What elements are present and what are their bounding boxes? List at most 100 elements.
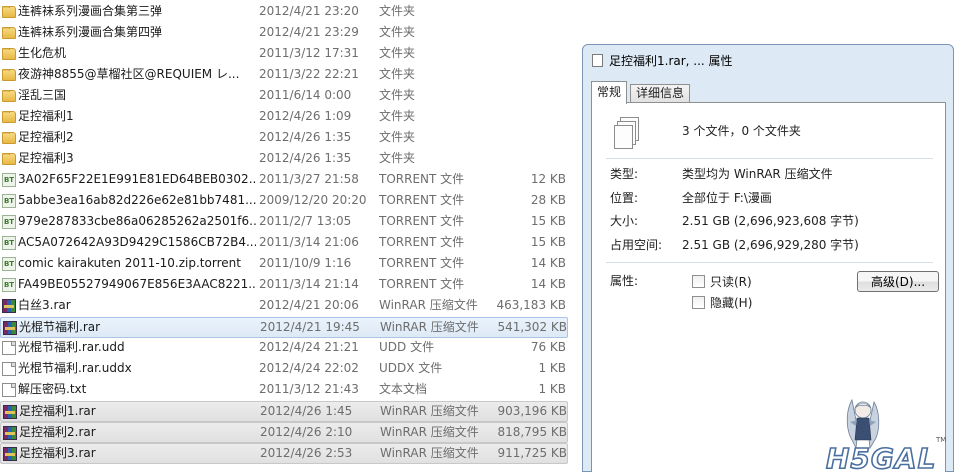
readonly-label[interactable]: 只读(R) [710, 273, 752, 290]
file-name: 足控福利3.rar [19, 446, 96, 460]
file-name: 足控福利3 [18, 151, 74, 165]
torrent-icon: BT [2, 215, 16, 229]
folder-icon [2, 132, 16, 144]
rar-icon [3, 405, 17, 419]
file-date: 2011/3/14 21:14 [259, 277, 359, 291]
rar-icon [3, 321, 17, 335]
file-size: 463,183 KB [496, 298, 566, 312]
file-date: 2012/4/26 1:35 [259, 130, 352, 144]
file-date: 2011/3/14 21:06 [259, 235, 359, 249]
file-name: 解压密码.txt [18, 382, 87, 396]
file-size: 15 KB [530, 214, 566, 228]
file-type: 文件夹 [379, 46, 416, 60]
advanced-button[interactable]: 高级(D)... [857, 271, 939, 292]
document-icon [2, 383, 16, 397]
file-name: 白丝3.rar [18, 298, 71, 312]
file-size: 911,725 KB [497, 446, 567, 460]
file-name: 光棍节福利.rar.uddx [18, 361, 132, 375]
file-name: 光棍节福利.rar [19, 320, 101, 334]
folder-icon [2, 111, 16, 123]
file-row[interactable]: BT 979e287833cbe86a06285262a2501f6... 2011… [0, 212, 568, 233]
file-row[interactable]: 足控福利3.rar 2012/4/26 2:53 WinRAR 压缩文件 911,72… [0, 443, 568, 464]
file-date: 2012/4/26 2:53 [260, 446, 353, 460]
file-row[interactable]: BT FA49BE05527949067E856E3AAC8221... 2011/… [0, 275, 568, 296]
file-count-summary: 3 个文件，0 个文件夹 [682, 124, 801, 138]
file-size: 12 KB [530, 172, 566, 186]
torrent-icon: BT [2, 236, 16, 250]
file-row[interactable]: 光棍节福利.rar 2012/4/21 19:45 WinRAR 压缩文件 541,3… [0, 317, 568, 338]
tab-general[interactable]: 常规 [591, 81, 628, 104]
torrent-icon: BT [2, 173, 16, 187]
size-label: 大小: [610, 214, 639, 228]
file-date: 2011/2/7 13:05 [259, 214, 352, 228]
file-date: 2012/4/26 1:09 [259, 109, 352, 123]
folder-icon [2, 48, 16, 60]
file-size: 818,795 KB [497, 425, 567, 439]
file-type: 文件夹 [379, 109, 416, 123]
folder-icon [2, 69, 16, 81]
dialog-titlebar[interactable]: 足控福利1.rar, ... 属性 [583, 45, 953, 75]
file-row[interactable]: 足控福利2 2012/4/26 1:35 文件夹 [0, 128, 568, 149]
hidden-label[interactable]: 隐藏(H) [710, 294, 752, 311]
file-list: 连裤袜系列漫画合集第三弹 2012/4/21 23:20 文件夹 连裤袜系列漫画合集第… [0, 0, 568, 472]
file-row[interactable]: BT 5abbe3ea16ab82d226e62e81bb7481... 2009/… [0, 191, 568, 212]
file-row[interactable]: 光棍节福利.rar.udd 2012/4/24 21:21 UDD 文件 76 KB [0, 338, 568, 359]
file-name: 生化危机 [18, 46, 67, 60]
file-date: 2012/4/26 2:10 [260, 425, 353, 439]
type-label: 类型: [610, 167, 639, 181]
file-size: 903,196 KB [497, 404, 567, 418]
file-date: 2011/3/27 21:58 [259, 172, 359, 186]
hidden-checkbox[interactable] [692, 296, 705, 309]
multi-file-icon [592, 51, 608, 67]
file-size: 15 KB [530, 235, 566, 249]
watermark-text: H5GAL [825, 441, 937, 472]
separator [606, 262, 933, 263]
file-type: 文件夹 [379, 151, 416, 165]
file-type: 文件夹 [379, 88, 416, 102]
file-size: 28 KB [530, 193, 566, 207]
disk-size-value: 2.51 GB (2,696,929,280 字节) [682, 238, 859, 252]
file-type: 文件夹 [379, 4, 416, 18]
file-date: 2012/4/21 23:29 [259, 25, 359, 39]
file-row[interactable]: BT 3A02F65F22E1E991E81ED64BEB0302... 2011/… [0, 170, 568, 191]
rar-icon [3, 426, 17, 440]
file-row[interactable]: 光棍节福利.rar.uddx 2012/4/24 22:02 UDDX 文件 1 KB [0, 359, 568, 380]
readonly-checkbox[interactable] [692, 275, 705, 288]
file-row[interactable]: 足控福利1 2012/4/26 1:09 文件夹 [0, 107, 568, 128]
file-row[interactable]: 足控福利1.rar 2012/4/26 1:45 WinRAR 压缩文件 903,19… [0, 401, 568, 422]
file-row[interactable]: 连裤袜系列漫画合集第三弹 2012/4/21 23:20 文件夹 [0, 2, 568, 23]
file-row[interactable]: 足控福利2.rar 2012/4/26 2:10 WinRAR 压缩文件 818,79… [0, 422, 568, 443]
file-row[interactable]: 夜游神8855@草榴社区@REQUIEM レ... 2011/3/22 22:21… [0, 65, 568, 86]
file-name: 979e287833cbe86a06285262a2501f6... [18, 214, 256, 228]
location-value: 全部位于 F:\漫画 [682, 191, 772, 205]
folder-icon [2, 27, 16, 39]
file-size: 76 KB [530, 340, 566, 354]
file-row[interactable]: BT comic kairakuten 2011-10.zip.torrent 20… [0, 254, 568, 275]
file-row[interactable]: 连裤袜系列漫画合集第四弹 2012/4/21 23:29 文件夹 [0, 23, 568, 44]
file-date: 2012/4/21 19:45 [260, 320, 360, 334]
folder-icon [2, 6, 16, 18]
file-row[interactable]: 白丝3.rar 2012/4/21 20:06 WinRAR 压缩文件 463,183… [0, 296, 568, 317]
file-date: 2011/3/22 22:21 [259, 67, 359, 81]
file-row[interactable]: 生化危机 2011/3/12 17:31 文件夹 [0, 44, 568, 65]
rar-icon [3, 447, 17, 461]
folder-icon [2, 153, 16, 165]
separator [606, 158, 933, 159]
multi-file-icon [614, 117, 640, 149]
document-icon [2, 341, 16, 355]
file-name: 3A02F65F22E1E991E81ED64BEB0302... [18, 172, 256, 186]
file-type: 文件夹 [379, 25, 416, 39]
file-row[interactable]: 淫乱三国 2011/6/14 0:00 文件夹 [0, 86, 568, 107]
tab-details[interactable]: 详细信息 [630, 84, 691, 103]
file-date: 2012/4/21 20:06 [259, 298, 359, 312]
file-name: 光棍节福利.rar.udd [18, 340, 125, 354]
file-size: 1 KB [538, 382, 566, 396]
file-name: 连裤袜系列漫画合集第四弹 [18, 25, 163, 39]
file-row[interactable]: 足控福利3 2012/4/26 1:35 文件夹 [0, 149, 568, 170]
torrent-icon: BT [2, 278, 16, 292]
file-row[interactable]: 解压密码.txt 2011/3/12 21:43 文本文档 1 KB [0, 380, 568, 401]
file-date: 2009/12/20 20:20 [259, 193, 367, 207]
file-name: comic kairakuten 2011-10.zip.torrent [18, 256, 241, 270]
file-name: FA49BE05527949067E856E3AAC8221... [18, 277, 256, 291]
file-row[interactable]: BT AC5A072642A93D9429C1586CB72B4... 2011/3… [0, 233, 568, 254]
